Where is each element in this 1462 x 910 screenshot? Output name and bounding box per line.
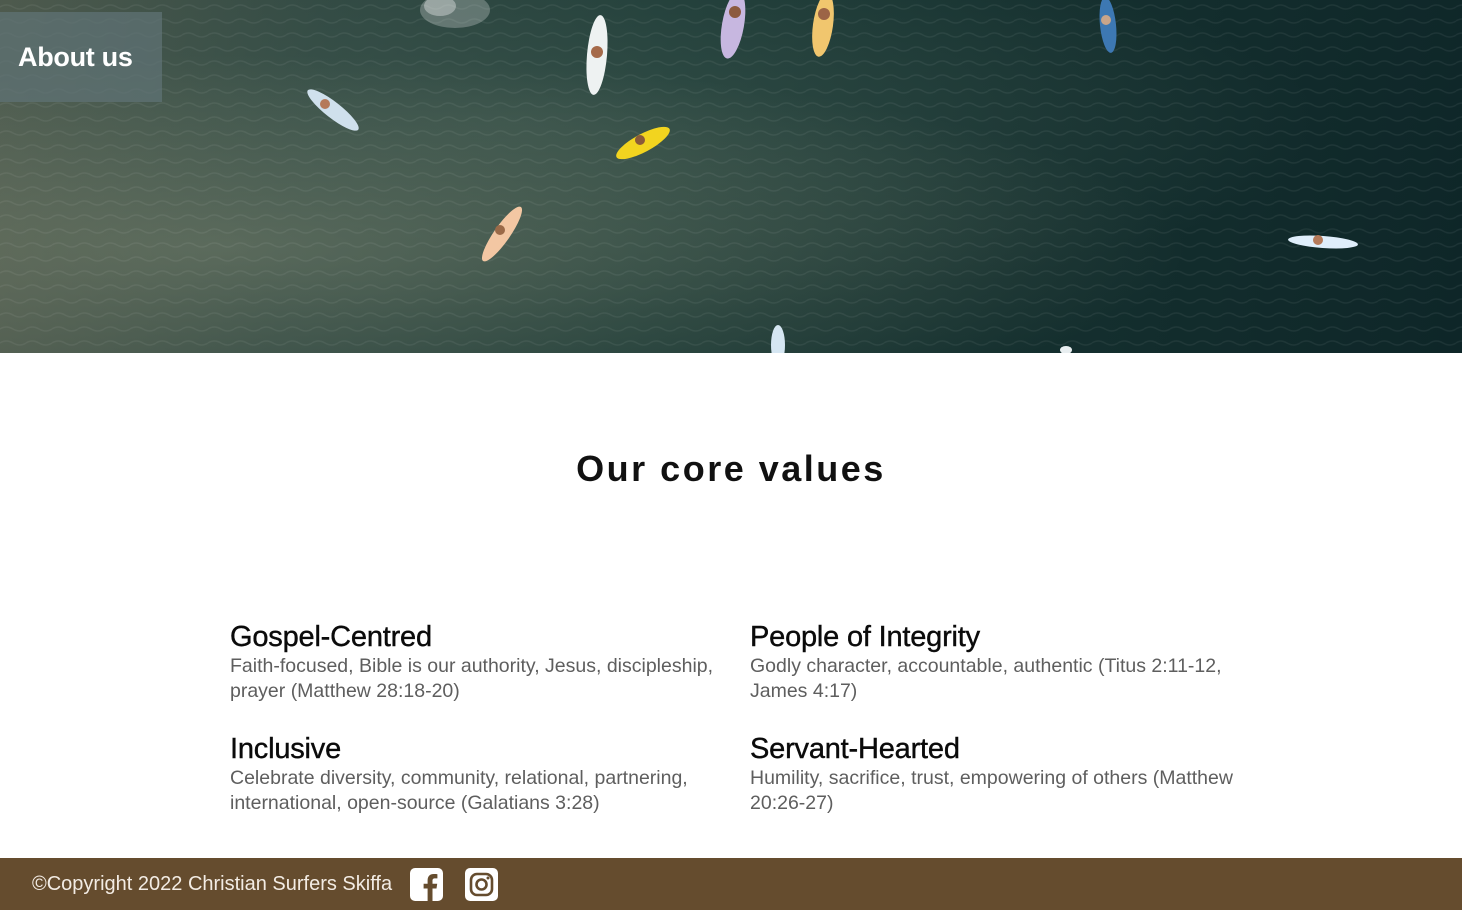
nav-about-us-label: About us: [18, 41, 133, 72]
value-card: Inclusive Celebrate diversity, community…: [230, 732, 750, 816]
footer: ©Copyright 2022 Christian Surfers Skiffa: [0, 858, 1462, 910]
value-title: Inclusive: [230, 733, 342, 765]
value-description: Faith-focused, Bible is our authority, J…: [230, 655, 714, 702]
value-card: Gospel-Centred Faith-focused, Bible is o…: [230, 620, 750, 704]
value-description: Humility, sacrifice, trust, empowering o…: [750, 767, 1233, 814]
value-description: Celebrate diversity, community, relation…: [230, 767, 688, 814]
facebook-link[interactable]: [410, 867, 444, 901]
value-title: Servant-Hearted: [750, 733, 960, 765]
hero-banner: About us: [0, 0, 1462, 353]
hero-ocean-image: [0, 0, 1462, 353]
value-card: People of Integrity Godly character, acc…: [750, 620, 1240, 704]
values-grid: Gospel-Centred Faith-focused, Bible is o…: [230, 620, 1240, 816]
value-title: Gospel-Centred: [230, 621, 433, 653]
value-title: People of Integrity: [750, 621, 981, 653]
copyright-text: ©Copyright 2022 Christian Surfers Skiffa: [32, 872, 393, 895]
social-links: [410, 867, 499, 901]
value-card: Servant-Hearted Humility, sacrifice, tru…: [750, 732, 1240, 816]
section-title: Our core values: [576, 448, 886, 489]
instagram-icon: [465, 867, 499, 901]
instagram-link[interactable]: [465, 867, 499, 901]
value-description: Godly character, accountable, authentic …: [750, 655, 1222, 702]
nav-about-us[interactable]: About us: [0, 12, 162, 102]
facebook-icon: [410, 867, 444, 901]
